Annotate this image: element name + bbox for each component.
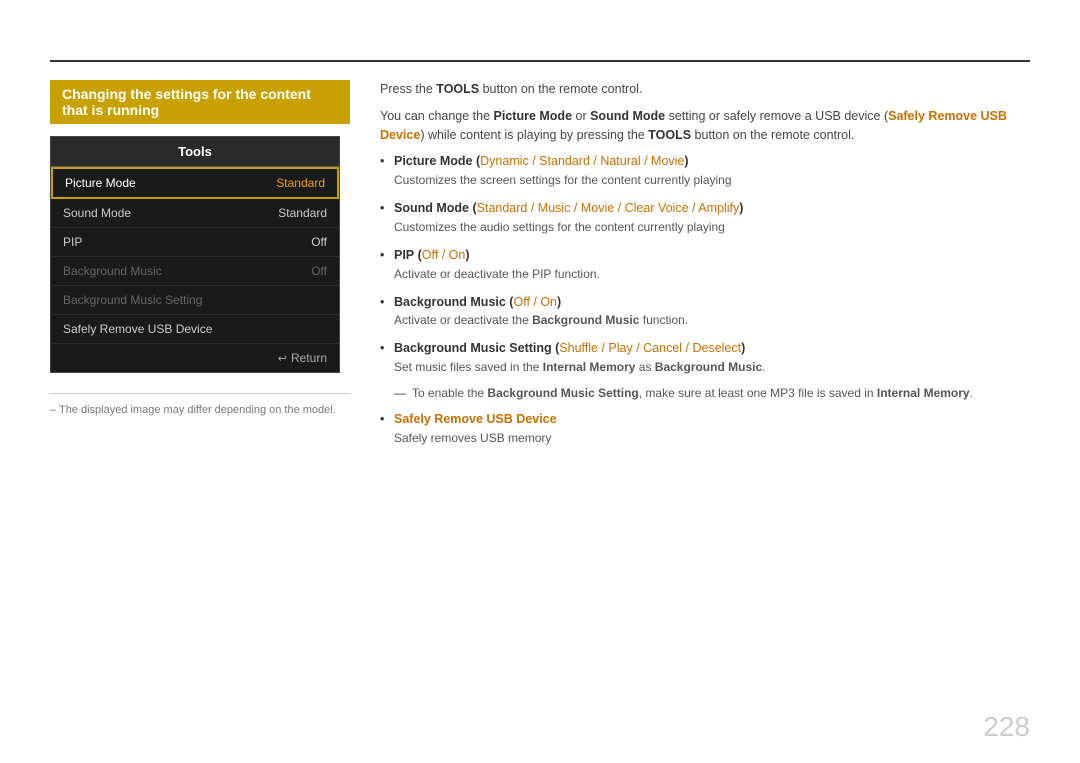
bullet-picture-mode: Picture Mode (Dynamic / Standard / Natur… [380,152,1030,189]
menu-item-safely-remove[interactable]: Safely Remove USB Device [51,315,339,344]
bullet-background-music: Background Music (Off / On) Activate or … [380,293,1030,330]
left-panel: Changing the settings for the content th… [50,80,350,416]
menu-item-picture-mode-label: Picture Mode [65,176,136,190]
menu-item-bg-music-label: Background Music [63,264,162,278]
menu-item-sound-mode-label: Sound Mode [63,206,131,220]
content-area: Changing the settings for the content th… [50,80,1030,723]
menu-item-pip-label: PIP [63,235,82,249]
bullet-list-2: Safely Remove USB Device Safely removes … [380,410,1030,447]
bullet-pip: PIP (Off / On) Activate or deactivate th… [380,246,1030,283]
return-label: Return [291,351,327,365]
sub-note: To enable the Background Music Setting, … [394,386,1030,400]
intro-line1: Press the TOOLS button on the remote con… [380,80,1030,99]
menu-item-pip-value: Off [311,235,327,249]
menu-item-bg-music-value: Off [311,264,327,278]
menu-item-safely-remove-label: Safely Remove USB Device [63,322,212,336]
menu-item-background-music: Background Music Off [51,257,339,286]
top-divider [50,60,1030,62]
bullet-background-music-setting: Background Music Setting (Shuffle / Play… [380,339,1030,376]
section-title: Changing the settings for the content th… [50,80,350,124]
right-panel: Press the TOOLS button on the remote con… [380,80,1030,447]
menu-item-bg-music-setting-label: Background Music Setting [63,293,202,307]
menu-item-background-music-setting: Background Music Setting [51,286,339,315]
bullet-safely-remove: Safely Remove USB Device Safely removes … [380,410,1030,447]
tools-menu-footer: ↩ Return [51,344,339,372]
menu-item-sound-mode-value: Standard [278,206,327,220]
menu-item-picture-mode-value: Standard [276,176,325,190]
intro-line2: You can change the Picture Mode or Sound… [380,107,1030,145]
bullet-list: Picture Mode (Dynamic / Standard / Natur… [380,152,1030,376]
tools-menu: Tools Picture Mode Standard Sound Mode S… [50,136,340,373]
menu-item-sound-mode[interactable]: Sound Mode Standard [51,199,339,228]
bullet-sound-mode: Sound Mode (Standard / Music / Movie / C… [380,199,1030,236]
menu-item-picture-mode[interactable]: Picture Mode Standard [51,167,339,199]
tools-menu-header: Tools [51,137,339,167]
menu-item-pip[interactable]: PIP Off [51,228,339,257]
page-number: 228 [983,711,1030,743]
bottom-note: – The displayed image may differ dependi… [50,393,350,416]
return-icon: ↩ [278,352,287,365]
